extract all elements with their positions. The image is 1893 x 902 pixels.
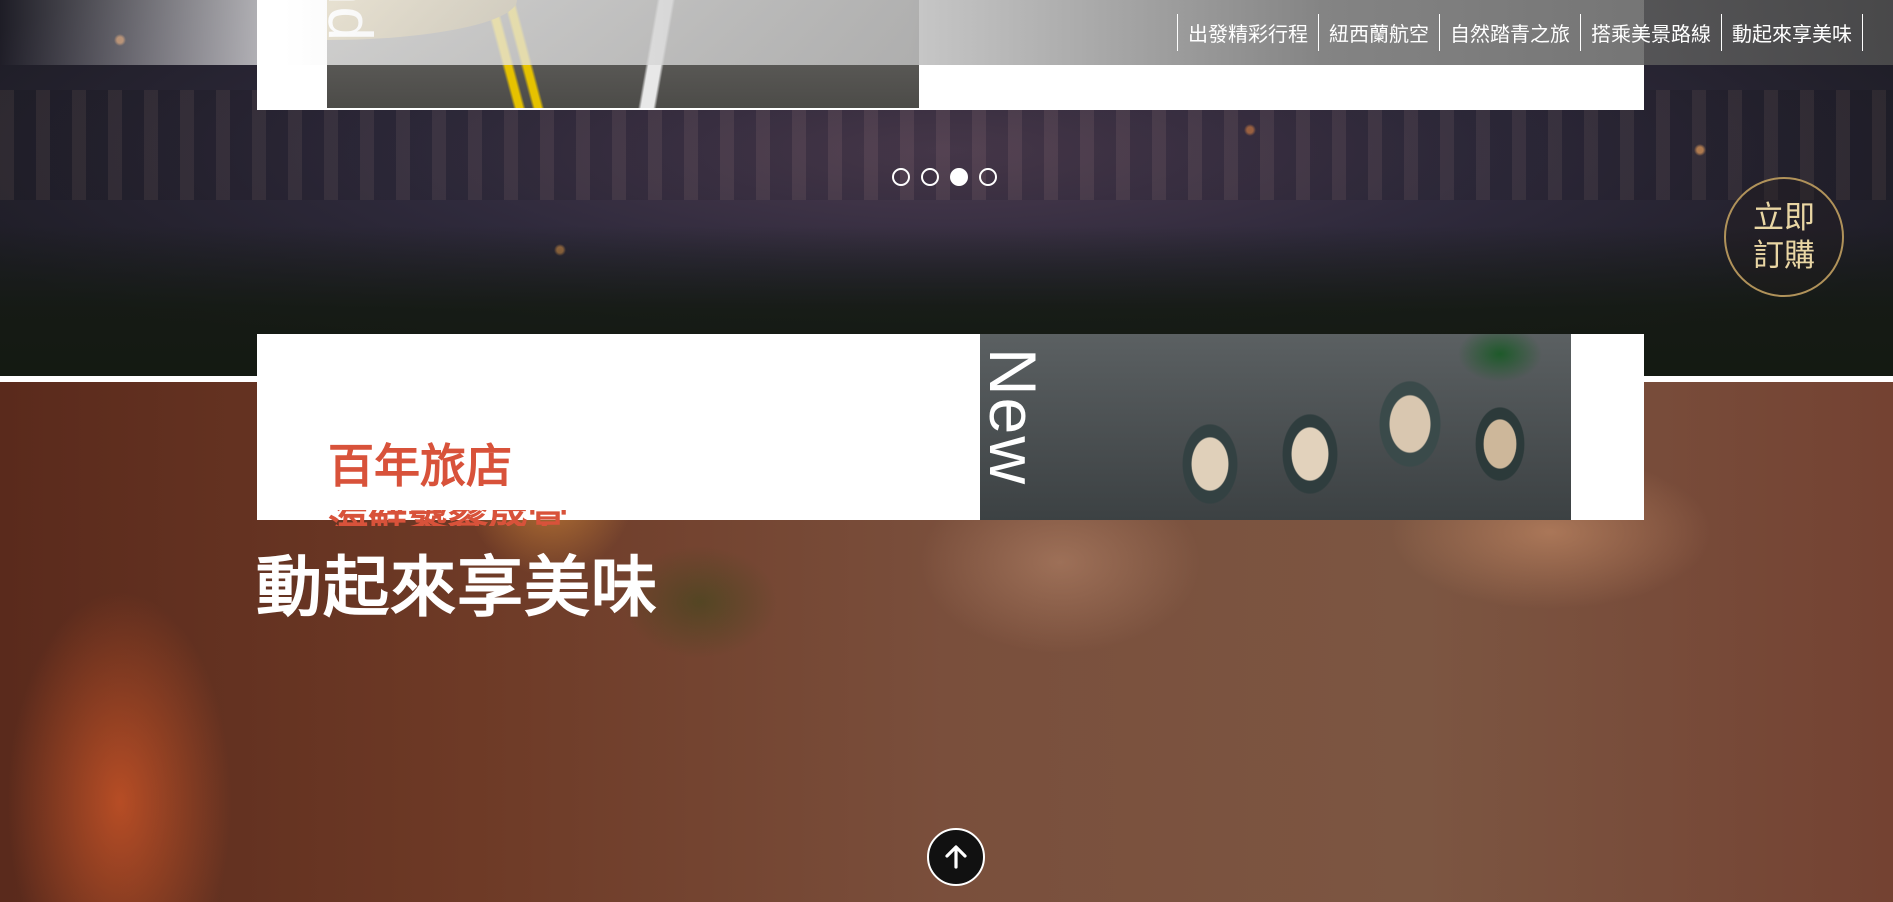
top-nav: 出發精彩行程 紐西蘭航空 自然踏青之旅 搭乘美景路線 動起來享美味 bbox=[0, 0, 1893, 65]
slider-dot-3[interactable] bbox=[950, 168, 968, 186]
nav-item-food[interactable]: 動起來享美味 bbox=[1721, 14, 1863, 51]
back-to-top-button[interactable] bbox=[927, 828, 985, 886]
mussel-image bbox=[980, 334, 1571, 520]
hotel-title: 百年旅店 bbox=[328, 439, 512, 493]
arrow-up-icon bbox=[945, 845, 967, 869]
nav-list: 出發精彩行程 紐西蘭航空 自然踏青之旅 搭乘美景路線 動起來享美味 bbox=[1177, 14, 1863, 51]
nav-item-air-new-zealand[interactable]: 紐西蘭航空 bbox=[1318, 14, 1439, 51]
slider-dot-2[interactable] bbox=[921, 168, 939, 186]
hotel-subtitle-text: 海鮮饕餮盛宴 bbox=[328, 510, 568, 526]
buy-now-button[interactable]: 立即訂購 bbox=[1724, 177, 1844, 297]
nav-item-nature-trip[interactable]: 自然踏青之旅 bbox=[1439, 14, 1580, 51]
nav-item-itinerary[interactable]: 出發精彩行程 bbox=[1177, 14, 1318, 51]
slider-dot-1[interactable] bbox=[892, 168, 910, 186]
slider-dot-4[interactable] bbox=[979, 168, 997, 186]
food-vertical-word-text: New bbox=[980, 348, 1050, 487]
food-section-title: 動起來享美味 bbox=[256, 549, 658, 626]
food-vertical-word: New bbox=[980, 334, 1050, 520]
nav-item-scenic-route[interactable]: 搭乘美景路線 bbox=[1580, 14, 1721, 51]
hotel-subtitle: 海鮮饕餮盛宴 bbox=[328, 510, 568, 526]
slider-dots bbox=[892, 168, 997, 186]
